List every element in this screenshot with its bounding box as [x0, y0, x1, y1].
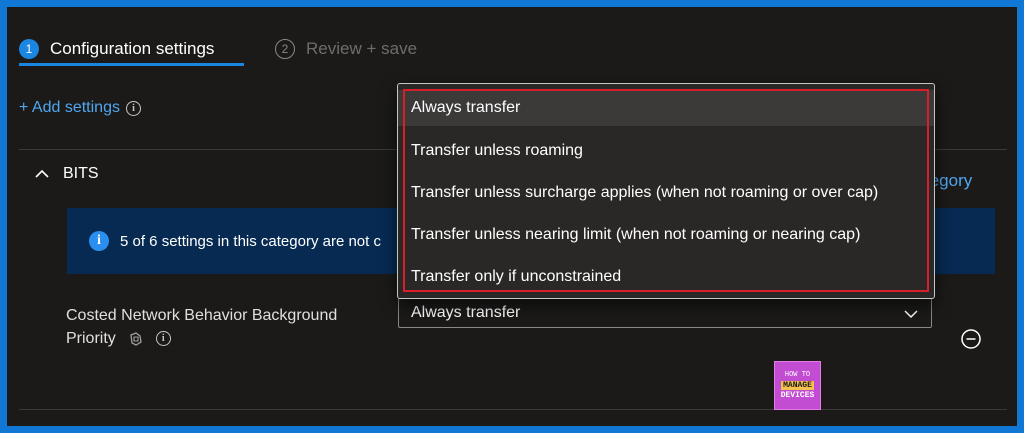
category-header[interactable]: BITS [33, 165, 99, 183]
behavior-select[interactable]: Always transfer [398, 298, 932, 328]
setting-name-line1: Costed Network Behavior Background [66, 307, 338, 324]
watermark-line1: HOW TO [784, 371, 811, 379]
dropdown-option[interactable]: Transfer unless nearing limit (when not … [398, 217, 934, 253]
dropdown-option[interactable]: Transfer unless roaming [398, 133, 934, 169]
active-tab-indicator [19, 63, 244, 66]
dropdown-menu: Always transfer Transfer unless roaming … [397, 83, 935, 299]
setting-label: Costed Network Behavior Background Prior… [66, 304, 376, 350]
tab-label-configuration: Configuration settings [50, 39, 215, 58]
divider [19, 409, 1007, 410]
chevron-down-icon [904, 310, 918, 319]
watermark-line2: MANAGE [781, 381, 814, 390]
info-banner-text: 5 of 6 settings in this category are not… [120, 232, 381, 250]
add-settings-link[interactable]: + Add settings i [19, 99, 141, 117]
tab-label-review: Review + save [306, 39, 418, 58]
step-number-1: 1 [19, 39, 39, 59]
remove-setting-icon[interactable] [960, 328, 982, 350]
add-settings-label: + Add settings [19, 99, 120, 116]
watermark-logo: HOW TO MANAGE DEVICES [774, 361, 821, 410]
tab-review-save[interactable]: 2 Review + save [275, 31, 417, 67]
copilot-icon [130, 331, 142, 346]
info-icon: i [89, 231, 109, 251]
dropdown-option[interactable]: Transfer unless surcharge applies (when … [398, 175, 934, 211]
info-icon[interactable]: i [155, 331, 171, 346]
category-name: BITS [63, 165, 99, 182]
setting-name-line2: Priority [66, 330, 116, 347]
dropdown-option[interactable]: Always transfer [398, 90, 934, 126]
info-icon[interactable]: i [125, 100, 141, 116]
select-value: Always transfer [411, 304, 521, 321]
step-number-2: 2 [275, 39, 295, 59]
dropdown-option[interactable]: Transfer only if unconstrained [398, 259, 934, 295]
app-panel: 1 Configuration settings 2 Review + save… [7, 7, 1017, 426]
chevron-up-icon[interactable] [33, 165, 51, 183]
watermark-line3: DEVICES [780, 391, 815, 400]
tab-configuration-settings[interactable]: 1 Configuration settings [19, 31, 214, 67]
